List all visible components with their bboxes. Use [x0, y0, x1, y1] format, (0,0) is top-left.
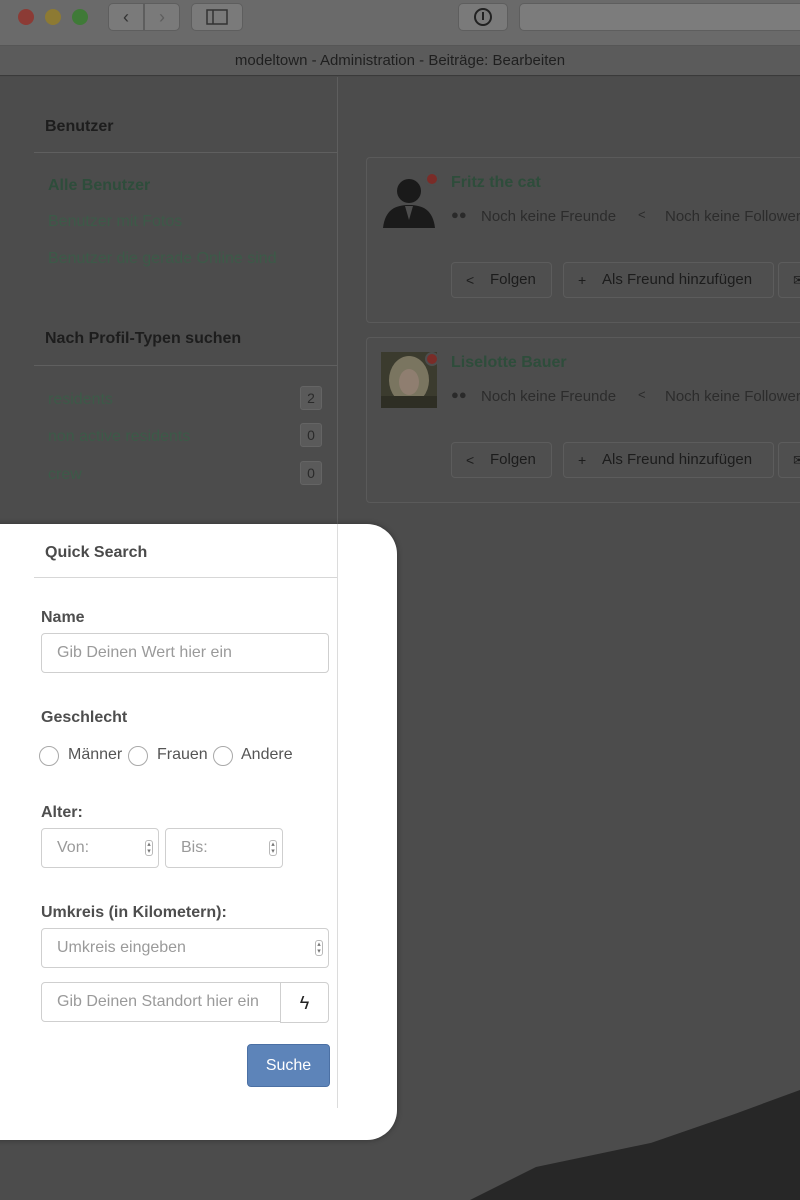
search-button[interactable]: Suche	[247, 1044, 330, 1087]
envelope-icon: ✉	[793, 452, 800, 468]
quick-search-title: Quick Search	[45, 544, 148, 561]
radio-label-men: Männer	[68, 746, 123, 763]
envelope-icon: ✉	[793, 272, 800, 288]
follow-button[interactable]: < Folgen	[451, 262, 552, 298]
share-icon: <	[466, 272, 475, 288]
profile-type-residents[interactable]: residents	[48, 391, 113, 409]
age-from-placeholder: Von:	[57, 839, 90, 856]
sidebar-link-all-users[interactable]: Alle Benutzer	[48, 177, 150, 195]
column-divider	[337, 524, 338, 1108]
friends-count: Noch keine Freunde	[481, 388, 617, 405]
sidebar-link-online-users[interactable]: Benutzer die gerade Online sind	[48, 250, 277, 268]
name-label: Name	[41, 609, 85, 626]
online-status-dot	[425, 172, 439, 186]
radio-women[interactable]	[128, 746, 148, 766]
users-panel-title: Benutzer	[45, 118, 114, 135]
profile-type-non-active-residents[interactable]: non active residents	[48, 428, 190, 446]
number-stepper-icon[interactable]: ▴ ▾	[269, 840, 277, 856]
radio-label-women: Frauen	[157, 746, 208, 763]
name-input[interactable]: Gib Deinen Wert hier ein	[41, 633, 329, 673]
sidebar-link-users-with-photos[interactable]: Benutzer mit Fotos	[48, 213, 182, 231]
age-to-placeholder: Bis:	[181, 839, 208, 856]
count-badge: 2	[300, 386, 322, 410]
online-status-dot	[425, 352, 439, 366]
number-stepper-icon[interactable]: ▴ ▾	[315, 940, 323, 956]
share-icon: <	[466, 452, 475, 468]
locate-button[interactable]: ϟ	[280, 982, 329, 1023]
user-name-link[interactable]: Fritz the cat	[451, 174, 541, 192]
maximize-window-button[interactable]	[72, 9, 88, 25]
followers-count: Noch keine Follower	[665, 388, 800, 405]
radius-placeholder: Umkreis eingeben	[57, 939, 186, 956]
location-input[interactable]: Gib Deinen Standort hier ein	[41, 982, 281, 1022]
friends-icon: ●●	[451, 387, 467, 402]
sidebar-icon	[206, 9, 228, 25]
add-friend-button[interactable]: + Als Freund hinzufügen	[563, 262, 774, 298]
followers-count: Noch keine Follower	[665, 208, 800, 225]
browser-toolbar: ‹ ›	[0, 0, 800, 46]
message-button[interactable]: ✉	[778, 442, 800, 478]
gender-label: Geschlecht	[41, 709, 128, 726]
add-friend-button[interactable]: + Als Freund hinzufügen	[563, 442, 774, 478]
follow-button[interactable]: < Folgen	[451, 442, 552, 478]
forward-button[interactable]: ›	[144, 3, 180, 31]
close-window-button[interactable]	[18, 9, 34, 25]
window-title: modeltown - Administration - Beiträge: B…	[0, 46, 800, 76]
divider	[34, 365, 337, 366]
profile-types-title: Nach Profil-Typen suchen	[45, 330, 242, 347]
back-button[interactable]: ‹	[108, 3, 144, 31]
user-card: Fritz the cat ●● Noch keine Freunde < No…	[366, 157, 800, 323]
friends-icon: ●●	[451, 207, 467, 222]
divider	[34, 577, 337, 578]
background-hill	[470, 1090, 800, 1200]
add-user-icon: +	[578, 452, 587, 468]
info-icon	[474, 8, 492, 26]
radio-other[interactable]	[213, 746, 233, 766]
radio-label-other: Andere	[241, 746, 293, 763]
user-name-link[interactable]: Liselotte Bauer	[451, 354, 567, 372]
sidebar-toggle-button[interactable]	[191, 3, 243, 31]
number-stepper-icon[interactable]: ▴ ▾	[145, 840, 153, 856]
radio-men[interactable]	[39, 746, 59, 766]
age-from-input[interactable]: Von: ▴ ▾	[41, 828, 159, 868]
chevron-left-icon: ‹	[123, 7, 129, 27]
count-badge: 0	[300, 461, 322, 485]
chevron-right-icon: ›	[159, 7, 165, 27]
divider	[34, 152, 337, 153]
count-badge: 0	[300, 423, 322, 447]
friends-count: Noch keine Freunde	[481, 208, 617, 225]
add-user-icon: +	[578, 272, 587, 288]
profile-type-crew[interactable]: crew	[48, 466, 82, 484]
address-bar[interactable]	[519, 3, 800, 31]
user-card: Liselotte Bauer ●● Noch keine Freunde < …	[366, 337, 800, 503]
radius-label: Umkreis (in Kilometern):	[41, 904, 227, 921]
message-button[interactable]: ✉	[778, 262, 800, 298]
share-icon: <	[638, 207, 646, 222]
share-icon: <	[638, 387, 646, 402]
bolt-icon: ϟ	[299, 993, 310, 1013]
age-to-input[interactable]: Bis: ▴ ▾	[165, 828, 283, 868]
password-manager-button[interactable]	[458, 3, 508, 31]
minimize-window-button[interactable]	[45, 9, 61, 25]
age-label: Alter:	[41, 804, 83, 821]
radius-input[interactable]: Umkreis eingeben ▴ ▾	[41, 928, 329, 968]
